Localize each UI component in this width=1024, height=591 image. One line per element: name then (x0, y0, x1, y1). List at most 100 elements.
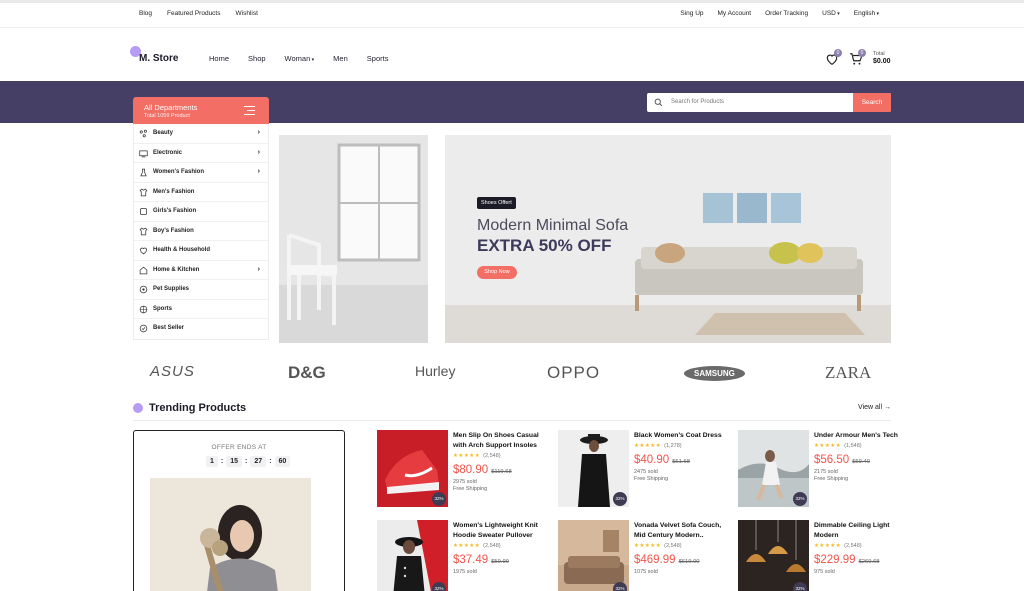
nav-sports[interactable]: Sports (367, 54, 389, 63)
language-select[interactable]: English (854, 10, 879, 17)
nav-shop[interactable]: Shop (248, 54, 266, 63)
blog-link[interactable]: Blog (139, 10, 152, 17)
product-card[interactable]: 32% Women's Lightweight Knit Hoodie Swea… (377, 520, 547, 591)
shipping-info: Free Shipping (634, 476, 669, 482)
old-price: $619.00 (678, 559, 700, 565)
view-all-link[interactable]: View all → (858, 404, 891, 411)
brand-samsung-logo[interactable]: SAMSUNG (684, 366, 745, 381)
product-name[interactable]: Men Slip On Shoes Casual with Arch Suppo… (453, 431, 548, 451)
old-price: $61.68 (672, 459, 690, 465)
discount-badge: 32% (613, 492, 627, 506)
product-price: $80.90 $119.68 (453, 460, 548, 478)
category-best-seller[interactable]: Best Seller (134, 319, 268, 339)
product-card[interactable]: 32% Black Women's Coat Dress ★★★★★ (1,278… (558, 430, 728, 510)
header-icons: 0 0 Total $0.00 (825, 49, 895, 72)
cart-total[interactable]: Total $0.00 (873, 51, 891, 65)
category-beauty[interactable]: Beauty › (134, 124, 268, 144)
room-chair-illustration (279, 135, 428, 343)
current-price: $229.99 (814, 554, 856, 566)
product-name[interactable]: Women's Lightweight Knit Hoodie Sweater … (453, 521, 548, 541)
category-label: Best Seller (153, 325, 185, 331)
top-bar: Blog Featured Products Wishlist Sing Up … (0, 3, 1024, 28)
search-button[interactable]: Search (853, 93, 891, 112)
product-card[interactable]: 32% Dimmable Ceiling Light Modern ★★★★★(… (738, 520, 908, 591)
product-rating: ★★★★★ (2,548) (814, 543, 909, 549)
total-label: Total (873, 51, 885, 57)
product-card[interactable]: 32% Men Slip On Shoes Casual with Arch S… (377, 430, 547, 510)
product-price: $37.49 $59.99 (453, 550, 548, 568)
shipping-info: Free Shipping (453, 486, 488, 492)
brand-strip: ASUS D&G Hurley OPPO SAMSUNG ZARA (133, 360, 891, 390)
category-pet-supplies[interactable]: Pet Supplies (134, 280, 268, 300)
health-icon (140, 247, 147, 255)
product-price: $40.90 $61.68 (634, 450, 729, 468)
category-home-kitchen[interactable]: Home & Kitchen › (134, 261, 268, 280)
ceiling-lights-photo (738, 520, 809, 591)
trending-title: Trending Products (149, 402, 247, 414)
current-price: $37.49 (453, 554, 489, 566)
category-womens-fashion[interactable]: Women's Fashion › (134, 163, 268, 183)
brand-zara-logo[interactable]: ZARA (825, 363, 871, 383)
boys-fashion-icon (139, 227, 148, 235)
brand-dg-logo[interactable]: D&G (288, 363, 326, 383)
product-info: Women's Lightweight Knit Hoodie Sweater … (453, 521, 548, 575)
wishlist-link[interactable]: Wishlist (236, 10, 258, 17)
nav-woman[interactable]: Woman (285, 54, 315, 63)
sold-count: 2175 sold (814, 469, 838, 475)
old-price: $69.40 (852, 459, 870, 465)
product-image[interactable] (738, 520, 809, 591)
old-price: $119.68 (491, 469, 512, 475)
rating-count: (2,548) (844, 543, 862, 549)
product-price: $229.99 $269.68 (814, 550, 909, 568)
category-label: Health & Household (153, 247, 211, 253)
pet-icon (139, 285, 148, 294)
category-boys-fashion[interactable]: Boy's Fashion (134, 222, 268, 241)
hero-banner[interactable]: Shoes Offert Modern Minimal Sofa EXTRA 5… (445, 135, 891, 343)
category-electronic[interactable]: Electronic › (134, 144, 268, 163)
product-image[interactable] (377, 520, 448, 591)
category-label: Men's Fashion (153, 188, 195, 195)
product-price: $56.50 $69.40 (814, 450, 909, 468)
product-image[interactable] (558, 520, 629, 591)
offer-product-image[interactable] (150, 478, 311, 591)
category-girls-fashion[interactable]: Girls's Fashion (134, 202, 268, 222)
brand-hurley-logo[interactable]: Hurley (415, 363, 455, 379)
cart-button[interactable]: 0 (849, 49, 866, 66)
featured-products-link[interactable]: Featured Products (167, 10, 220, 17)
product-name[interactable]: Under Armour Men's Tech (814, 431, 909, 441)
all-departments-button[interactable]: All Departments Total 1059 Product (133, 97, 269, 124)
product-info: Under Armour Men's Tech ★★★★★ (1,548) $56… (814, 431, 909, 482)
search-input[interactable]: Search for Products (671, 99, 724, 105)
timer-seconds: 60 (274, 456, 291, 467)
beauty-icon (139, 129, 147, 138)
category-label: Electronic (153, 149, 183, 156)
product-name[interactable]: Vonada Velvet Sofa Couch, Mid Century Mo… (634, 521, 729, 541)
side-banner-image[interactable] (279, 135, 428, 343)
category-mens-fashion[interactable]: Men's Fashion (134, 183, 268, 202)
logo[interactable]: M. Store (130, 46, 190, 66)
category-sports[interactable]: Sports (134, 300, 268, 319)
product-card[interactable]: 32% Vonada Velvet Sofa Couch, Mid Centur… (558, 520, 728, 591)
product-name[interactable]: Black Women's Coat Dress (634, 431, 729, 441)
current-price: $40.90 (634, 454, 670, 466)
offer-card[interactable]: OFFER ENDS AT 1: 15: 27: 60 (133, 430, 345, 591)
discount-badge: 32% (432, 492, 446, 506)
wishlist-button[interactable]: 0 (825, 49, 842, 66)
shop-now-button[interactable]: Shop Now (477, 266, 517, 279)
order-tracking-link[interactable]: Order Tracking (765, 10, 808, 17)
category-health-household[interactable]: Health & Household (134, 241, 268, 261)
product-name[interactable]: Dimmable Ceiling Light Modern (814, 521, 909, 541)
product-info: Men Slip On Shoes Casual with Arch Suppo… (453, 431, 548, 492)
star-rating-icon: ★★★★★ (814, 543, 842, 549)
product-card[interactable]: 32% Under Armour Men's Tech ★★★★★ (1,548)… (738, 430, 908, 510)
currency-select[interactable]: USD (822, 10, 840, 17)
nav-men[interactable]: Men (333, 54, 348, 63)
brand-asus-logo[interactable]: ASUS (150, 363, 195, 380)
sold-count: 975 sold (814, 569, 835, 575)
best-seller-icon (139, 324, 148, 333)
brand-oppo-logo[interactable]: OPPO (547, 363, 600, 383)
discount-badge: 32% (432, 582, 446, 591)
signup-link[interactable]: Sing Up (680, 10, 703, 17)
nav-home[interactable]: Home (209, 54, 229, 63)
my-account-link[interactable]: My Account (718, 10, 752, 17)
